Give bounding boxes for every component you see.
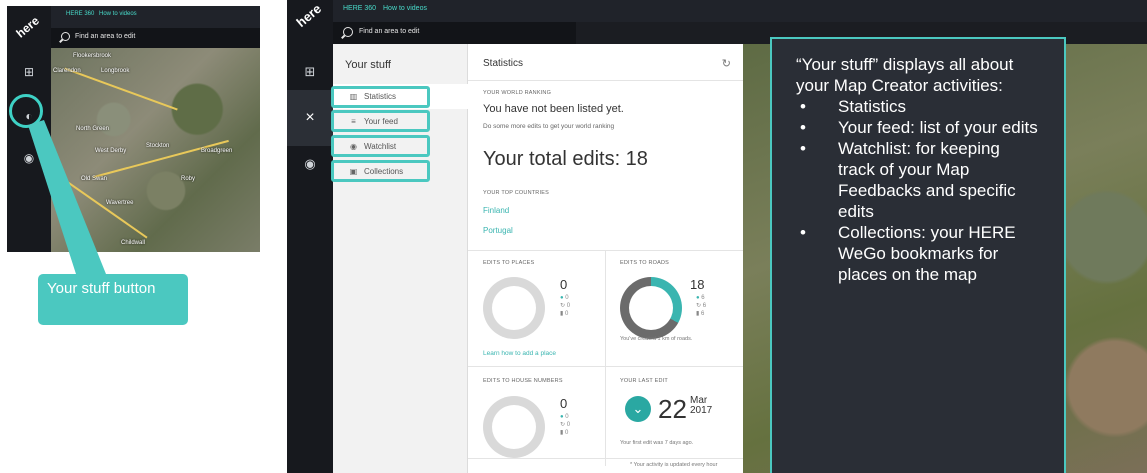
house-numbers-count: 0	[560, 396, 568, 411]
here-logo: here	[293, 0, 325, 31]
statistics-title: Statistics	[483, 58, 524, 69]
info-box: “Your stuff” displays all about your Map…	[770, 37, 1066, 473]
roads-stat: 6	[701, 295, 705, 301]
your-stuff-callout: Your stuff button	[38, 274, 188, 325]
refresh-icon[interactable]: ↻	[722, 57, 731, 70]
house-numbers-stat: 0	[565, 414, 569, 420]
map-label: Roby	[181, 176, 196, 182]
search-bar[interactable]: Find an area to edit	[333, 22, 576, 44]
your-stuff-title: Your stuff	[345, 59, 391, 71]
search-input[interactable]: Find an area to edit	[359, 28, 419, 35]
watchlist-highlight	[331, 135, 430, 157]
search-bar[interactable]: Find an area to edit	[51, 28, 260, 48]
roads-donut	[620, 277, 682, 339]
here-360-link[interactable]: HERE 360	[66, 11, 94, 17]
grid-icon[interactable]: ⊞	[21, 64, 37, 80]
country-link[interactable]: Portugal	[483, 226, 513, 235]
info-intro: “Your stuff” displays all about your Map…	[796, 55, 1014, 95]
world-ranking-label: YOUR WORLD RANKING	[483, 90, 552, 96]
statistics-panel: Statistics ↻ YOUR WORLD RANKING You have…	[468, 44, 743, 473]
info-item: Watchlist: for keeping track of your Map…	[796, 138, 1040, 222]
world-ranking-title: You have not been listed yet.	[483, 103, 624, 115]
map-label: Longbrook	[101, 68, 130, 74]
how-to-videos-link[interactable]: How to videos	[99, 11, 137, 17]
here-logo: here	[13, 13, 42, 41]
roads-note: You've created 1 km of roads.	[620, 336, 693, 342]
map-label: Clarendon	[53, 68, 81, 74]
chevron-down-icon[interactable]: ⌄	[625, 396, 651, 422]
divider	[605, 366, 606, 466]
last-edit-year: 2017	[690, 405, 713, 416]
first-edit-note: Your first edit was 7 days ago.	[620, 440, 694, 446]
learn-add-place-link[interactable]: Learn how to add a place	[483, 350, 556, 357]
last-edit-day: 22	[658, 394, 687, 424]
divider	[468, 80, 743, 81]
places-stat: 0	[566, 303, 571, 309]
update-frequency-note: * Your activity is updated every hour	[630, 462, 718, 468]
info-item: Collections: your HERE WeGo bookmarks fo…	[796, 222, 1040, 285]
total-edits: Your total edits: 18	[483, 148, 648, 170]
map-label: Wavertree	[106, 200, 134, 206]
divider	[605, 250, 606, 366]
search-icon	[61, 32, 70, 41]
here-360-link[interactable]: HERE 360	[343, 5, 376, 12]
top-bar: HERE 360 How to videos	[333, 0, 1147, 22]
eye-icon[interactable]: ◉	[287, 136, 333, 192]
info-item: Statistics	[796, 96, 1040, 117]
last-edit-label: YOUR LAST EDIT	[620, 378, 668, 384]
your-feed-highlight	[331, 110, 430, 132]
edits-to-places-label: EDITS TO PLACES	[483, 260, 535, 266]
roads-stat: 6	[700, 311, 705, 317]
how-to-videos-link[interactable]: How to videos	[383, 5, 427, 12]
house-numbers-breakdown: ● 0 ↻ 0 ▮ 0	[560, 414, 571, 436]
last-edit-month-year: Mar 2017	[690, 396, 712, 416]
callout-pointer	[28, 120, 106, 274]
info-item: Your feed: list of your edits	[796, 117, 1040, 138]
house-numbers-stat: 0	[564, 430, 569, 436]
roads-stat: 6	[702, 303, 707, 309]
edits-to-roads-label: EDITS TO ROADS	[620, 260, 670, 266]
roads-count: 18	[690, 277, 705, 292]
places-stat: 0	[565, 295, 569, 301]
map-label: Broadgreen	[201, 148, 233, 154]
places-stat: 0	[564, 311, 569, 317]
roads-breakdown: ● 6 ↻ 6 ▮ 6	[696, 295, 707, 317]
your-stuff-panel: Your stuff ▥ Statistics ≡ Your feed ◉ Wa…	[333, 44, 468, 473]
map-label: Childwall	[121, 240, 146, 246]
house-numbers-stat: 0	[566, 422, 571, 428]
search-icon	[343, 27, 353, 37]
top-bar: HERE 360 How to videos	[51, 6, 260, 28]
collections-highlight	[331, 160, 430, 182]
info-list: Statistics Your feed: list of your edits…	[796, 96, 1040, 285]
divider	[468, 458, 743, 459]
country-link[interactable]: Finland	[483, 206, 509, 215]
edits-to-house-numbers-label: EDITS TO HOUSE NUMBERS	[483, 378, 563, 384]
house-numbers-donut	[483, 396, 545, 458]
left-rail: here ⊞ × ◉	[287, 0, 333, 473]
search-input[interactable]: Find an area to edit	[75, 33, 135, 40]
map-label: Stockton	[146, 143, 170, 149]
top-countries-label: YOUR TOP COUNTRIES	[483, 190, 549, 196]
statistics-highlight	[331, 86, 430, 108]
world-ranking-subtitle: Do some more edits to get your world ran…	[483, 123, 615, 130]
places-count: 0	[560, 277, 568, 292]
map-label: Flookersbrook	[73, 53, 112, 59]
places-donut	[483, 277, 545, 339]
places-breakdown: ● 0 ↻ 0 ▮ 0	[560, 295, 571, 317]
